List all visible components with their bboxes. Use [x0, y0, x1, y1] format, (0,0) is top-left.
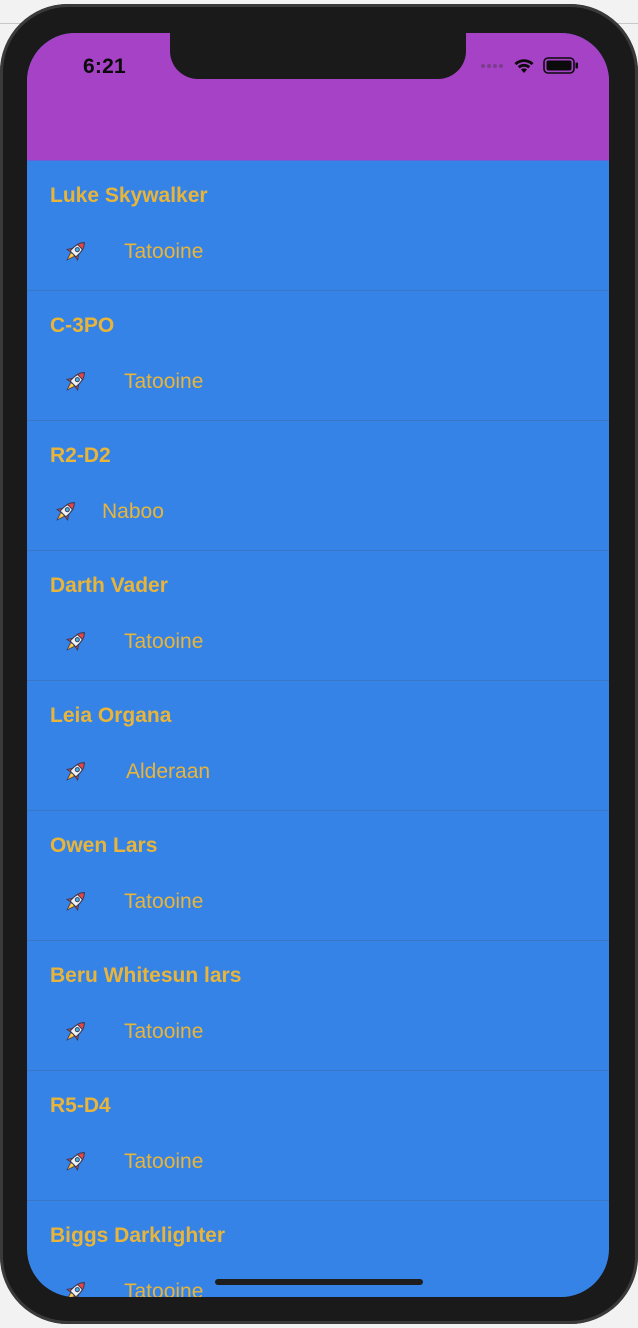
planet-row: Tatooine [50, 1275, 203, 1297]
rocket-icon [60, 367, 90, 397]
character-name: Beru Whitesun lars [50, 964, 242, 987]
rocket-icon [50, 497, 80, 527]
planet-row: Tatooine [50, 625, 203, 659]
planet-row: Tatooine [50, 1015, 203, 1049]
character-name: Leia Organa [50, 704, 172, 727]
planet-name: Tatooine [124, 370, 204, 393]
rocket-icon [60, 627, 90, 657]
character-name: R2-D2 [50, 444, 111, 467]
list-item[interactable]: Owen Lars Tatooine [27, 811, 609, 941]
planet-name: Alderaan [126, 760, 211, 783]
list-item[interactable]: Darth Vader Tatooine [27, 551, 609, 681]
status-icons [481, 57, 579, 74]
phone-frame: 6:21 Luke Skywalker Tatooine C-3PO Tatoo… [0, 4, 638, 1324]
rocket-icon [60, 757, 90, 787]
camera-notch [170, 33, 466, 79]
rocket-icon [60, 1277, 90, 1297]
character-name: Owen Lars [50, 834, 158, 857]
character-name: R5-D4 [50, 1094, 111, 1117]
list-item[interactable]: Leia Organa Alderaan [27, 681, 609, 811]
rocket-icon [60, 1017, 90, 1047]
planet-row: Tatooine [50, 235, 203, 269]
rocket-icon [60, 237, 90, 267]
planet-row: Alderaan [50, 755, 210, 789]
rocket-icon [60, 887, 90, 917]
list-item[interactable]: R5-D4 Tatooine [27, 1071, 609, 1201]
character-name: Luke Skywalker [50, 184, 208, 207]
home-indicator[interactable] [215, 1279, 423, 1285]
planet-name: Tatooine [124, 890, 204, 913]
planet-row: Tatooine [50, 365, 203, 399]
status-time: 6:21 [83, 55, 126, 78]
planet-row: Tatooine [50, 885, 203, 919]
character-name: Darth Vader [50, 574, 168, 597]
character-name: C-3PO [50, 314, 115, 337]
planet-name: Tatooine [124, 240, 204, 263]
planet-name: Tatooine [124, 1280, 204, 1297]
rocket-icon [60, 1147, 90, 1177]
character-name: Biggs Darklighter [50, 1224, 226, 1247]
phone-screen: 6:21 Luke Skywalker Tatooine C-3PO Tatoo… [27, 33, 609, 1297]
planet-name: Tatooine [124, 1020, 204, 1043]
wifi-icon [513, 58, 535, 74]
signal-dots-icon [481, 63, 503, 68]
planet-name: Tatooine [124, 630, 204, 653]
planet-row: Naboo [50, 495, 164, 529]
list-item[interactable]: C-3PO Tatooine [27, 291, 609, 421]
battery-icon [543, 57, 579, 74]
list-item[interactable]: Beru Whitesun lars Tatooine [27, 941, 609, 1071]
character-list[interactable]: Luke Skywalker Tatooine C-3PO Tatooine R… [27, 161, 609, 1297]
planet-name: Naboo [102, 500, 164, 523]
list-item[interactable]: R2-D2 Naboo [27, 421, 609, 551]
list-item[interactable]: Luke Skywalker Tatooine [27, 161, 609, 291]
planet-name: Tatooine [124, 1150, 204, 1173]
planet-row: Tatooine [50, 1145, 203, 1179]
